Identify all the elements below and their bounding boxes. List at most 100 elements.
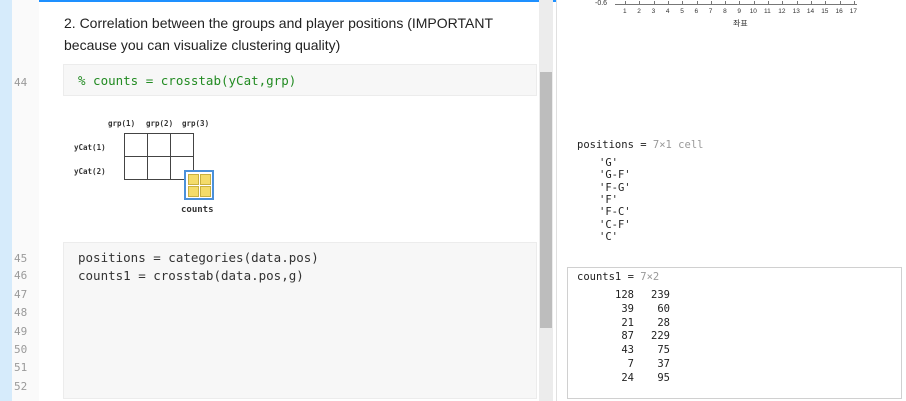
x-tick-label: 2	[637, 8, 641, 15]
matrix-cell	[124, 133, 148, 157]
x-tick-label: 13	[792, 8, 800, 15]
x-tick-label: 14	[806, 8, 815, 15]
output-pane[interactable]: -0.6 1 2 3 4 5 6 7 8 9 10 11 12 13 14 15 16 17 좌표 positi…	[556, 0, 906, 401]
line-number: 48	[14, 306, 28, 319]
code-comment: % counts = crosstab(yCat,grp)	[78, 73, 297, 88]
code-block-comment[interactable]: % counts = crosstab(yCat,grp)	[63, 64, 537, 96]
matrix-cell	[147, 156, 171, 180]
matrix-cell-value: 21	[621, 316, 634, 329]
matrix-cell-value: 60	[657, 302, 670, 315]
x-axis-line	[615, 4, 857, 5]
y-tick-label: -0.6	[595, 0, 608, 7]
x-tick-label: 9	[737, 8, 742, 15]
matrix-cell-value: 28	[657, 316, 670, 329]
plot-fragment: -0.6 1 2 3 4 5 6 7 8 9 10 11 12 13 14 15 16 17 좌표	[557, 0, 906, 34]
x-tick-mark	[825, 1, 827, 5]
column-label: grp(3)	[182, 119, 210, 128]
cell-value: 'G-F'	[599, 169, 631, 182]
variable-name: counts1	[577, 271, 622, 283]
x-tick-mark	[753, 1, 755, 5]
crosstab-diagram: grp(1) grp(2) grp(3) yCat(1) yCat(2) cou…	[68, 115, 238, 225]
dimension-label: 7×2	[640, 271, 660, 283]
section-bar	[0, 0, 12, 401]
line-number: 44	[14, 76, 28, 89]
cell-value: 'F-G'	[599, 181, 631, 194]
matrix-cell	[170, 133, 194, 157]
x-tick-mark	[853, 1, 855, 5]
output-header: counts1 = 7×2	[577, 271, 659, 283]
positions-output: positions = 7×1 cell 'G' 'G-F' 'F-G' 'F' 'F-…	[577, 139, 703, 243]
column-label: grp(1)	[108, 119, 136, 128]
line-number: 45	[14, 252, 28, 265]
text-line: 2. Correlation between the groups and pl…	[64, 15, 494, 31]
text-section[interactable]: 2. Correlation between the groups and pl…	[64, 12, 524, 56]
x-tick-mark	[810, 1, 812, 5]
line-number: 49	[14, 325, 28, 338]
x-tick-label: 17	[849, 8, 858, 15]
cell-value: 'F-C'	[599, 206, 631, 219]
x-tick-label: 15	[821, 8, 829, 15]
x-tick-label: 5	[680, 8, 684, 15]
x-tick-mark	[625, 1, 626, 5]
code-line: positions = categories(data.pos)	[78, 250, 319, 265]
dimension-label: 7×1 cell	[652, 139, 704, 151]
x-tick-label: 6	[694, 8, 699, 15]
x-tick-label: 10	[749, 8, 757, 15]
x-axis-label: 좌표	[733, 19, 748, 28]
x-tick-label: 4	[665, 8, 670, 15]
x-tick-mark	[839, 1, 841, 5]
matrix-cell-value: 87	[621, 330, 634, 343]
code-block[interactable]: positions = categories(data.pos) counts1…	[63, 242, 537, 399]
x-tick-mark	[682, 1, 684, 5]
cell-value: 'C'	[599, 230, 618, 243]
x-tick-mark	[710, 1, 712, 5]
x-tick-mark	[796, 1, 798, 5]
highlight-quadrant	[188, 174, 199, 185]
matrix-cell-value: 37	[657, 358, 670, 370]
x-tick-mark	[768, 1, 769, 5]
matrix-cell-value: 128	[615, 289, 634, 301]
cell-value: 'F'	[599, 193, 618, 206]
matrix-cell-value: 95	[657, 371, 670, 384]
live-editor-pane[interactable]: 44 45 46 47 48 49 50 51 52 2. Correlatio…	[0, 0, 556, 401]
highlighted-cell	[184, 170, 214, 200]
highlight-quadrant	[200, 186, 211, 197]
x-tick-label: 12	[778, 8, 786, 15]
matrix-cell-value: 7	[627, 358, 634, 370]
equals-sign: =	[640, 139, 647, 151]
x-tick-label: 16	[835, 8, 843, 15]
line-number: 51	[14, 361, 28, 374]
x-tick-mark	[739, 1, 741, 5]
x-tick-mark	[667, 1, 669, 5]
scrollbar-thumb[interactable]	[540, 72, 552, 328]
matrix-cell-value: 239	[651, 289, 670, 301]
matrix-cell-value: 24	[621, 371, 634, 384]
x-tick-mark	[696, 1, 698, 5]
x-tick-mark	[639, 1, 641, 5]
x-tick-label: 8	[723, 8, 727, 15]
cell-value: 'C-F'	[599, 218, 631, 231]
row-label: yCat(2)	[74, 167, 106, 176]
output-header: positions = 7×1 cell	[577, 139, 703, 151]
line-number: 46	[14, 269, 28, 282]
x-tick-mark	[782, 1, 784, 5]
highlight-quadrant	[188, 186, 199, 197]
column-label: grp(2)	[146, 119, 174, 128]
counts1-output: counts1 = 7×2 128 239 39 60 21 28 87 229 43 75 7 37…	[567, 267, 902, 399]
line-number-gutter	[12, 0, 39, 401]
x-tick-label: 11	[764, 8, 771, 15]
line-number: 50	[14, 343, 28, 356]
matrix-cell	[147, 133, 171, 157]
equals-sign: =	[627, 271, 634, 283]
matrix-cell-value: 75	[657, 344, 670, 357]
matrix-cell-value: 229	[651, 330, 670, 343]
highlight-quadrant	[200, 174, 211, 185]
matrix-cell	[124, 156, 148, 180]
x-tick-label: 3	[651, 8, 656, 15]
x-tick-label: 7	[708, 8, 713, 15]
line-number: 52	[14, 380, 28, 393]
diagram-caption: counts	[181, 205, 214, 215]
matrix-cell-value: 43	[621, 344, 634, 357]
variable-name: positions	[577, 139, 634, 151]
cell-value: 'G'	[599, 157, 618, 169]
